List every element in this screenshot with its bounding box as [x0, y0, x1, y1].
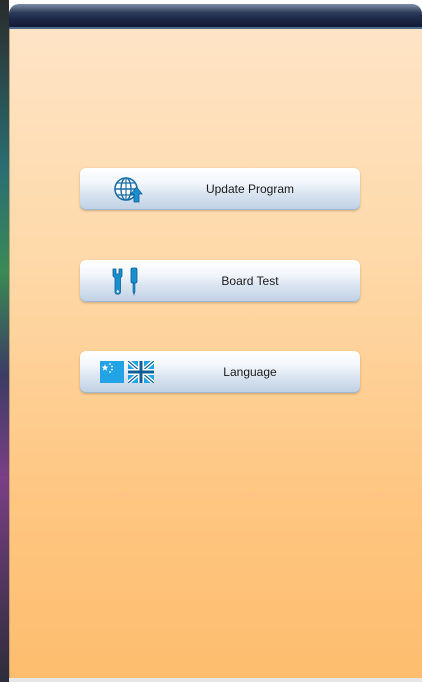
tools-icon: [112, 267, 142, 296]
language-button[interactable]: Language: [80, 351, 360, 393]
update-program-label: Update Program: [205, 182, 295, 196]
device-screen: Update Program Board Test Language: [0, 0, 422, 682]
update-program-button[interactable]: Update Program: [80, 168, 360, 210]
board-test-label: Board Test: [221, 274, 279, 288]
left-edge-strip: [0, 0, 9, 682]
panel-bottom-border: [9, 678, 422, 682]
flag-china-icon: [100, 361, 124, 383]
board-test-button[interactable]: Board Test: [80, 260, 360, 302]
language-label: Language: [223, 365, 277, 379]
title-bar: [9, 4, 422, 29]
